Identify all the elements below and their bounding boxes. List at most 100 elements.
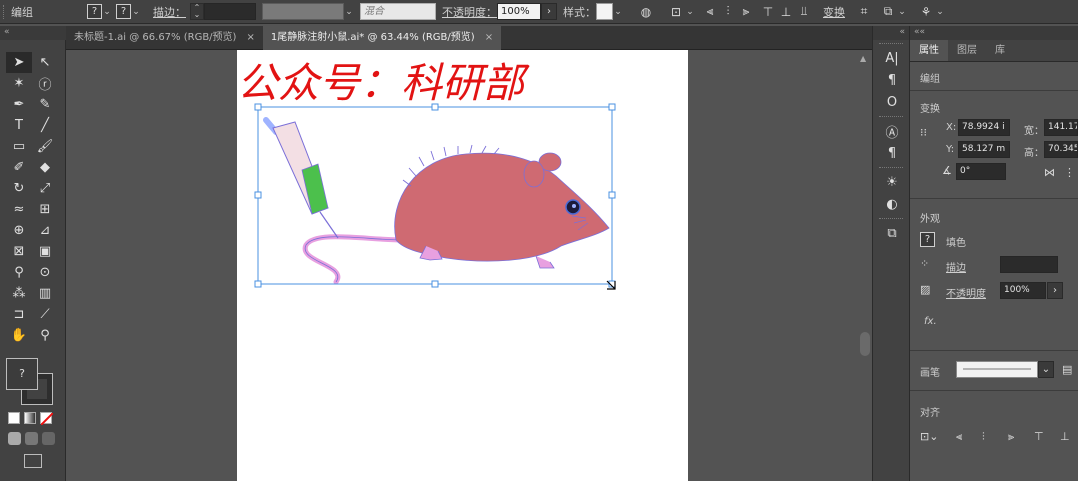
direct-selection-tool-icon[interactable]: ↖: [32, 52, 58, 73]
eyedropper-tool-icon[interactable]: ⚲: [6, 262, 32, 283]
opacity-field[interactable]: 100%: [497, 3, 541, 20]
panel-grip[interactable]: [3, 4, 7, 19]
pen-tool-icon[interactable]: ✒: [6, 94, 32, 115]
fill-box[interactable]: ?: [6, 358, 38, 390]
appearance-opacity-label[interactable]: 不透明度: [946, 285, 986, 300]
draw-behind-icon[interactable]: [25, 432, 38, 445]
eraser-tool-icon[interactable]: ◆: [32, 157, 58, 178]
appearance-stroke-field[interactable]: [1000, 256, 1058, 273]
fx-button[interactable]: fx.: [924, 316, 937, 327]
shaper-tool-icon[interactable]: ✐: [6, 157, 32, 178]
puppet-warp-icon[interactable]: ⚘: [917, 3, 935, 21]
recolor-artwork-icon[interactable]: ◍: [637, 3, 655, 21]
appearance-fill-swatch[interactable]: ?: [920, 232, 935, 247]
appearance-panel-icon[interactable]: ☀: [873, 171, 911, 193]
stroke-swatch-icon[interactable]: ⁘: [920, 257, 929, 270]
panel-collapse[interactable]: ««: [910, 26, 1078, 40]
stroke-swatch[interactable]: ?: [116, 4, 131, 19]
rotate-field[interactable]: 0°: [956, 163, 1006, 180]
color-mode-icon[interactable]: [8, 412, 20, 424]
align-top-icon[interactable]: ⊤: [1034, 430, 1044, 443]
flip-vertical-icon[interactable]: ⋮: [1064, 166, 1075, 179]
vertical-scrollbar[interactable]: ▲: [858, 50, 872, 481]
column-graph-tool-icon[interactable]: ▥: [32, 283, 58, 304]
align-to-icon[interactable]: ⊡⌄: [920, 430, 938, 443]
selection-tool-icon[interactable]: ➤: [6, 52, 32, 73]
line-tool-icon[interactable]: ╱: [32, 115, 58, 136]
appearance-stroke-label[interactable]: 描边: [946, 259, 966, 274]
free-transform-tool-icon[interactable]: ⊞: [32, 199, 58, 220]
fill-swatch[interactable]: ?: [87, 4, 102, 19]
stroke-weight-label[interactable]: 描边：: [153, 4, 186, 20]
align-to-icon[interactable]: ⊡: [667, 3, 685, 21]
scale-tool-icon[interactable]: ⤢: [32, 178, 58, 199]
perspective-grid-tool-icon[interactable]: ⊿: [32, 220, 58, 241]
opentype-panel-icon[interactable]: O: [873, 91, 911, 113]
stroke-weight-field[interactable]: [204, 3, 256, 20]
tab-properties[interactable]: 属性: [910, 40, 948, 61]
tab-untitled[interactable]: 未标题-1.ai @ 66.67% (RGB/预览) ×: [66, 26, 263, 50]
type-tool-icon[interactable]: T: [6, 115, 32, 136]
graphic-style-swatch[interactable]: [596, 3, 613, 20]
brush-select[interactable]: [956, 361, 1038, 378]
chevron-down-icon[interactable]: ⌄: [613, 7, 623, 17]
width-tool-icon[interactable]: ≈: [6, 199, 32, 220]
chevron-down-icon[interactable]: ⌄: [685, 7, 695, 17]
transform-link[interactable]: 变换: [823, 4, 845, 20]
gradient-mode-icon[interactable]: [24, 412, 36, 424]
chevron-right-icon[interactable]: ›: [541, 3, 557, 20]
pathfinder-panel-icon[interactable]: ⧉: [873, 222, 911, 244]
tab-libraries[interactable]: 库: [986, 40, 1014, 61]
draw-inside-icon[interactable]: [42, 432, 55, 445]
align-hcenter-icon[interactable]: ⫶: [719, 3, 737, 21]
reference-point-icon[interactable]: ⁝⁝: [920, 126, 927, 139]
brush-library-icon[interactable]: ▤: [1062, 363, 1072, 376]
none-mode-icon[interactable]: [40, 412, 53, 425]
strip-collapse[interactable]: «: [873, 26, 909, 40]
close-icon[interactable]: ×: [246, 26, 254, 50]
zoom-tool-icon[interactable]: ⚲: [32, 325, 58, 346]
rectangle-tool-icon[interactable]: ▭: [6, 136, 32, 157]
stroke-weight-stepper[interactable]: ⌃ ⌄: [190, 3, 204, 20]
transform-each-icon[interactable]: ⌗: [855, 3, 873, 21]
tab-mouse-injection[interactable]: 1尾静脉注射小鼠.ai* @ 63.44% (RGB/预览) ×: [262, 26, 502, 50]
toolbar-collapse[interactable]: «: [0, 26, 66, 40]
opacity-label[interactable]: 不透明度：: [442, 4, 497, 20]
transparency-panel-icon[interactable]: ◐: [873, 193, 911, 215]
fill-stroke-widget[interactable]: ?: [6, 358, 58, 405]
chevron-down-icon[interactable]: ⌄: [344, 7, 354, 17]
chevron-down-icon[interactable]: ⌄: [131, 7, 141, 17]
variable-width-profile[interactable]: [262, 3, 344, 20]
curvature-tool-icon[interactable]: ✎: [32, 94, 58, 115]
blend-tool-icon[interactable]: ⊙: [32, 262, 58, 283]
chevron-right-icon[interactable]: ›: [1047, 282, 1063, 299]
rotate-tool-icon[interactable]: ↻: [6, 178, 32, 199]
align-hcenter-icon[interactable]: ⫶: [982, 430, 985, 444]
lasso-tool-icon[interactable]: ⓡ: [32, 73, 58, 94]
appearance-opacity-field[interactable]: 100%: [1000, 282, 1046, 299]
height-field[interactable]: 70.345: [1044, 141, 1078, 158]
align-vcenter-icon[interactable]: ⊥: [1060, 430, 1070, 443]
mesh-tool-icon[interactable]: ⊠: [6, 241, 32, 262]
chevron-down-icon[interactable]: ⌄: [897, 7, 907, 17]
paragraph-styles-icon[interactable]: ¶: [873, 142, 911, 164]
paragraph-panel-icon[interactable]: ¶: [873, 69, 911, 91]
character-styles-icon[interactable]: Ⓐ: [873, 120, 911, 142]
draw-normal-icon[interactable]: [8, 432, 21, 445]
close-icon[interactable]: ×: [485, 26, 493, 50]
slice-tool-icon[interactable]: ⟋: [32, 304, 58, 325]
align-vcenter-icon[interactable]: ⊥: [777, 3, 795, 21]
paintbrush-tool-icon[interactable]: 🖌: [32, 136, 58, 157]
character-panel-icon[interactable]: A|: [873, 47, 911, 69]
artboard-title-text[interactable]: 公众号：科研部: [237, 58, 617, 108]
scrollbar-thumb[interactable]: [860, 332, 870, 356]
y-field[interactable]: 58.127 m: [958, 141, 1010, 158]
canvas-area[interactable]: [66, 50, 858, 481]
chevron-down-icon[interactable]: ⌄: [1038, 361, 1054, 378]
align-top-icon[interactable]: ⊤: [759, 3, 777, 21]
flip-horizontal-icon[interactable]: ⋈: [1044, 166, 1055, 179]
mouse-tail[interactable]: [302, 234, 407, 285]
width-field[interactable]: 141.17: [1044, 119, 1078, 136]
magic-wand-tool-icon[interactable]: ✶: [6, 73, 32, 94]
chevron-down-icon[interactable]: ⌄: [935, 7, 945, 17]
